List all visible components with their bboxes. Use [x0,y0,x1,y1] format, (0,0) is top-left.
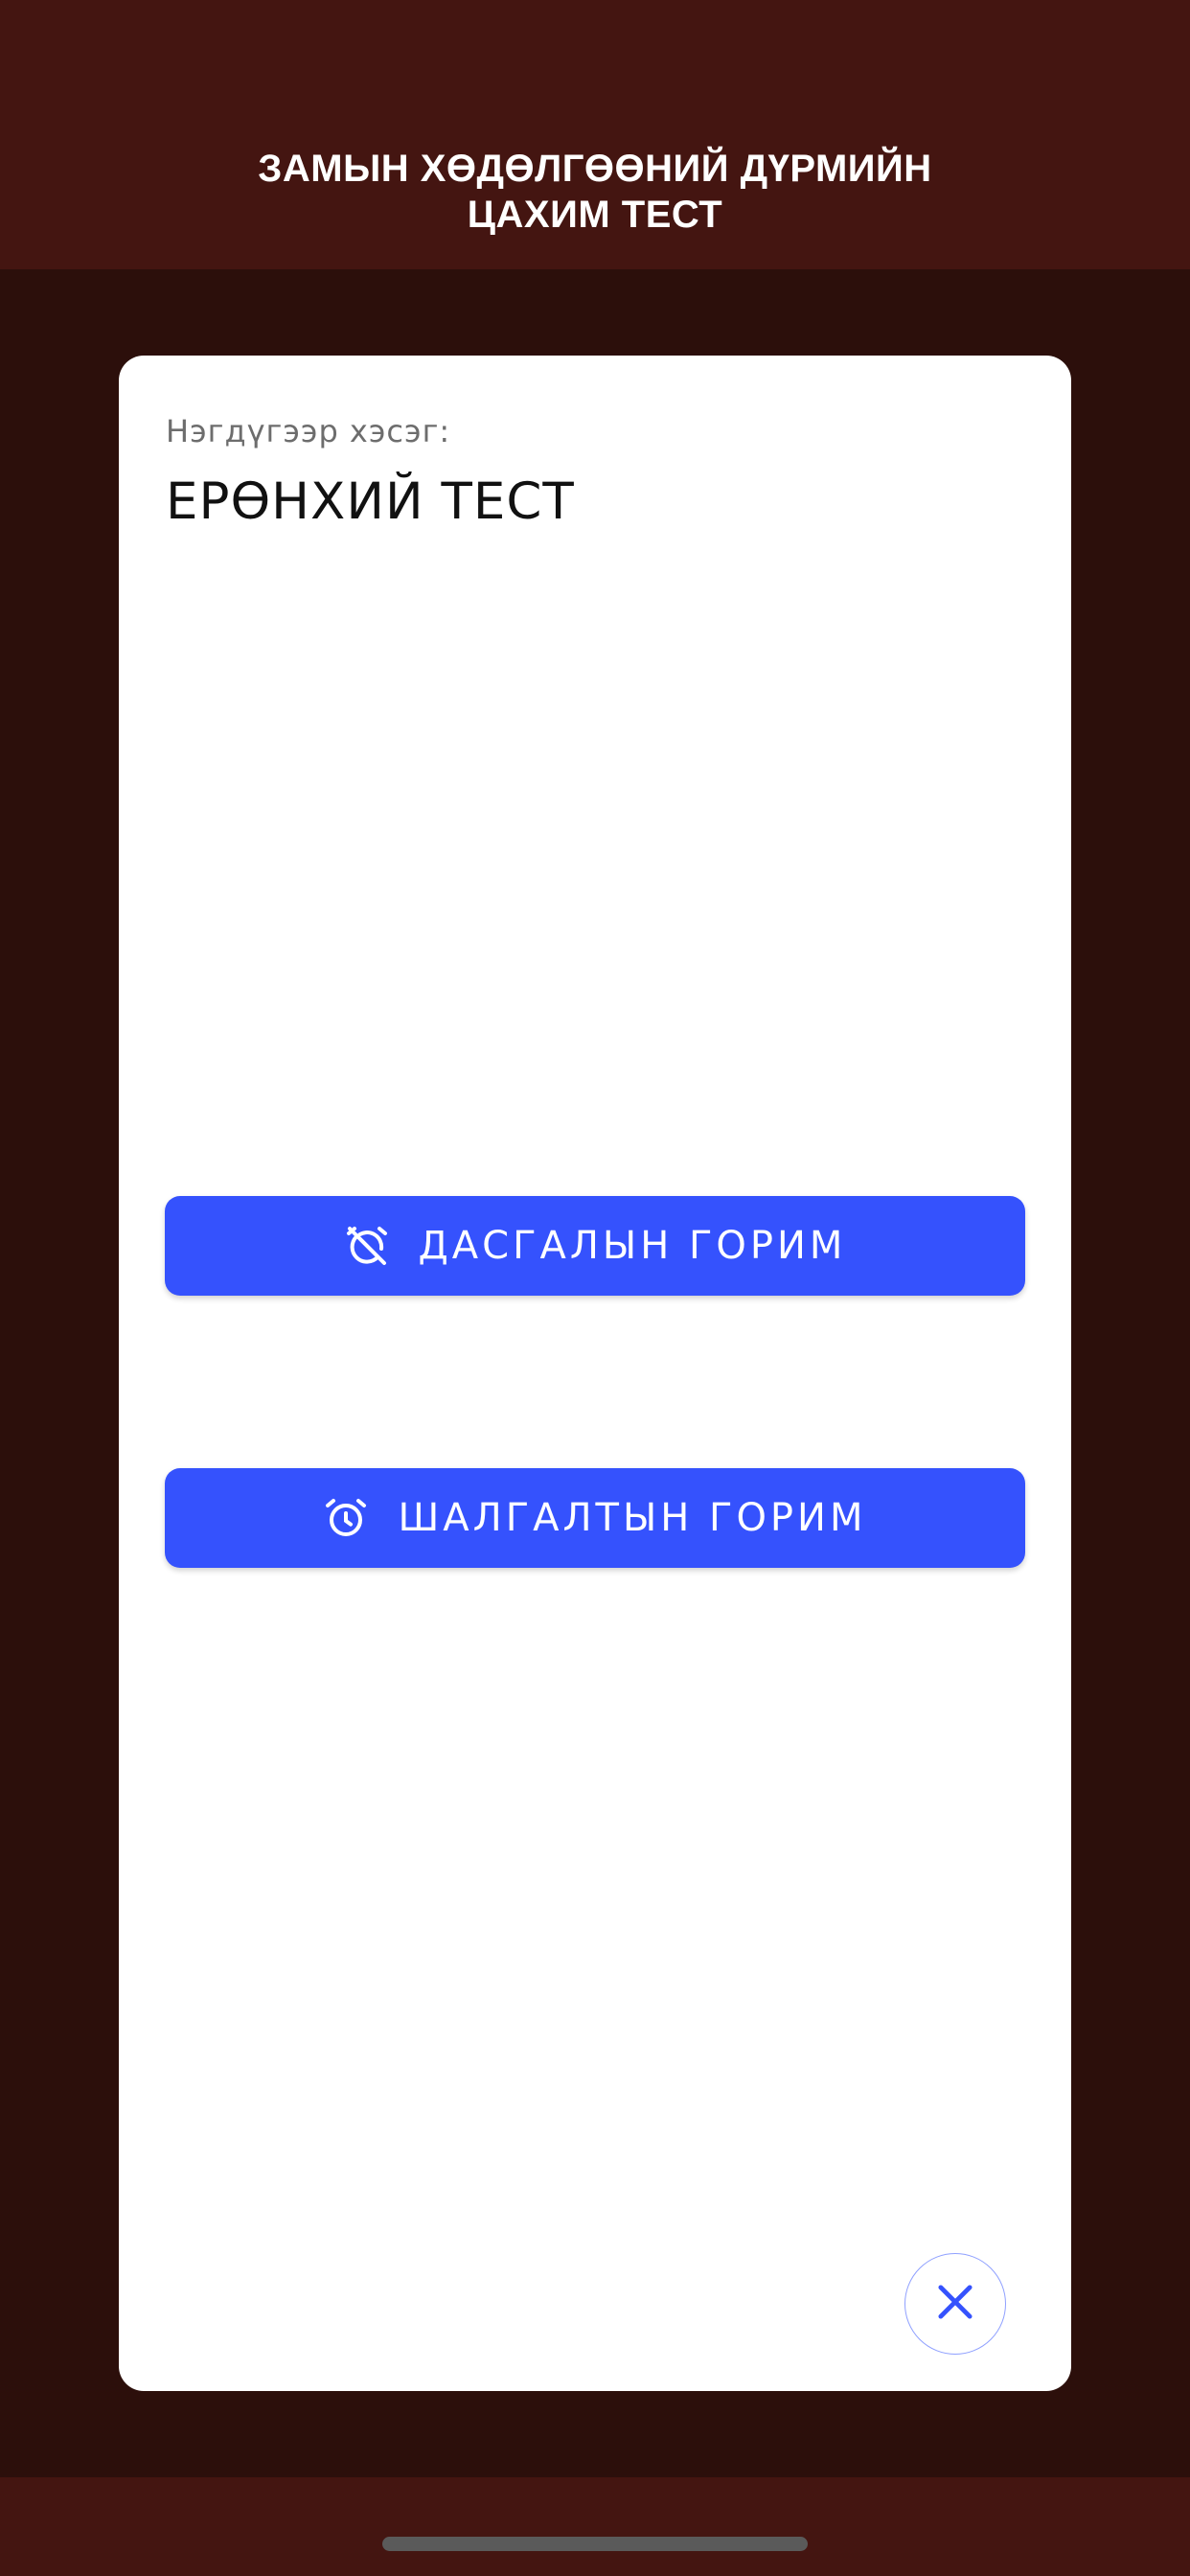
close-icon [930,2277,980,2332]
exam-mode-label: ШАЛГАЛТЫН ГОРИМ [398,1496,867,1540]
home-indicator[interactable] [382,2537,808,2551]
test-section-card: Нэгдүгээр хэсэг: ЕРӨНХИЙ ТЕСТ ДАСГАЛЫН Г… [119,356,1071,2391]
app-title: ЗАМЫН ХӨДӨЛГӨӨНИЙ ДҮРМИЙН ЦАХИМ ТЕСТ [0,146,1190,238]
exam-mode-button[interactable]: ШАЛГАЛТЫН ГОРИМ [165,1468,1025,1568]
app-title-line-1: ЗАМЫН ХӨДӨЛГӨӨНИЙ ДҮРМИЙН [258,148,932,190]
alarm-icon [323,1495,369,1541]
practice-mode-label: ДАСГАЛЫН ГОРИМ [418,1224,847,1268]
app-title-line-2: ЦАХИМ ТЕСТ [467,194,723,236]
close-button[interactable] [904,2253,1006,2355]
section-label: Нэгдүгээр хэсэг: [166,413,451,449]
bottom-bar [0,2477,1190,2576]
alarm-off-icon [344,1223,390,1269]
section-title: ЕРӨНХИЙ ТЕСТ [166,472,575,531]
practice-mode-button[interactable]: ДАСГАЛЫН ГОРИМ [165,1196,1025,1296]
